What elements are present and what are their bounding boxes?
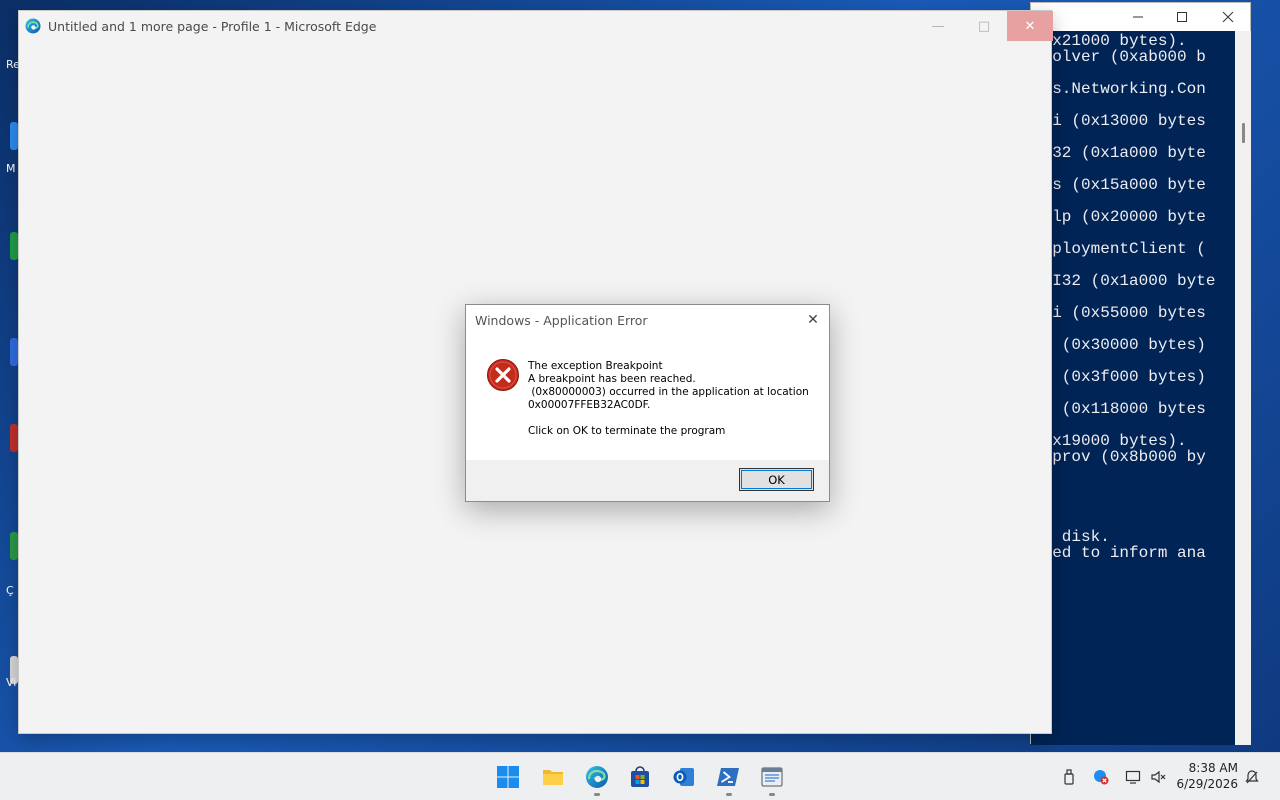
desktop-app-icon[interactable] xyxy=(10,122,18,150)
console-line: api (0x13000 bytes xyxy=(1033,112,1206,130)
console-line: ows.Networking.Con xyxy=(1033,80,1206,98)
console-maximize-button[interactable] xyxy=(1159,3,1205,31)
desktop-icon-label[interactable]: Vi xyxy=(6,676,16,689)
close-icon xyxy=(1222,11,1234,23)
taskbar: 8:38 AM 6/29/2026 xyxy=(0,752,1280,800)
edge-maximize-button[interactable]: □ xyxy=(961,11,1007,41)
ok-button[interactable]: OK xyxy=(739,468,814,491)
folder-icon xyxy=(543,770,563,785)
edge-close-button[interactable]: ✕ xyxy=(1007,11,1053,41)
running-indicator xyxy=(769,793,775,796)
console-line: pt (0x30000 bytes) xyxy=(1033,336,1206,354)
console-line: DeploymentClient ( xyxy=(1033,240,1206,258)
console-line: api (0x55000 bytes xyxy=(1033,304,1206,322)
running-indicator xyxy=(726,793,732,796)
application-window-icon xyxy=(761,767,783,787)
console-output[interactable]: (0x21000 bytes). esolver (0xab000 b ows.… xyxy=(1031,31,1235,745)
console-line: esolver (0xab000 b xyxy=(1033,48,1206,66)
desktop-icon-label[interactable]: M xyxy=(6,162,16,175)
running-indicator xyxy=(594,793,600,796)
taskbar-app[interactable] xyxy=(760,765,784,789)
dialog-titlebar[interactable]: Windows - Application Error ✕ xyxy=(466,305,829,336)
edge-logo-icon xyxy=(25,18,41,34)
console-line: ehlp (0x20000 byte xyxy=(1033,208,1206,226)
taskbar-edge[interactable] xyxy=(585,765,609,789)
dialog-message-line: The exception Breakpoint xyxy=(528,360,663,372)
maximize-icon: □ xyxy=(977,18,991,34)
dialog-message-line: 0x00007FFEB32AC0DF. xyxy=(528,399,651,411)
desktop-app-icon[interactable] xyxy=(10,424,18,452)
console-scroll-thumb[interactable] xyxy=(1242,123,1245,143)
close-icon: ✕ xyxy=(807,312,819,328)
start-button[interactable] xyxy=(496,765,520,789)
windows-logo-icon xyxy=(497,766,519,788)
console-line: (0x21000 bytes). xyxy=(1033,32,1187,50)
console-line: pps (0x15a000 byte xyxy=(1033,176,1206,194)
minimize-icon: — xyxy=(931,18,945,34)
dialog-message-line: (0x80000003) occurred in the application… xyxy=(528,386,809,398)
minimize-icon xyxy=(1133,16,1143,18)
maximize-icon xyxy=(1177,12,1187,22)
application-error-dialog: Windows - Application Error ✕ The except… xyxy=(465,304,830,502)
console-line: ptprov (0x8b000 by xyxy=(1033,448,1206,466)
desktop-app-icon[interactable] xyxy=(10,232,18,260)
console-close-button[interactable] xyxy=(1205,3,1251,31)
console-titlebar xyxy=(1031,3,1250,31)
edge-icon xyxy=(586,766,608,788)
console-line: pi32 (0x1a000 byte xyxy=(1033,144,1206,162)
clock-date: 6/29/2026 xyxy=(1176,777,1238,791)
store-icon xyxy=(631,766,649,787)
edge-titlebar[interactable]: Untitled and 1 more page - Profile 1 - M… xyxy=(19,11,1053,42)
taskbar-file-explorer[interactable] xyxy=(541,765,565,789)
dialog-title: Windows - Application Error xyxy=(475,313,648,328)
console-line: iled to inform ana xyxy=(1033,544,1206,562)
dialog-message: The exception Breakpoint A breakpoint ha… xyxy=(528,360,809,438)
dialog-body: The exception Breakpoint A breakpoint ha… xyxy=(466,336,829,460)
console-line: sp (0x118000 bytes xyxy=(1033,400,1206,418)
volume-icon[interactable] xyxy=(1150,769,1166,785)
taskbar-powershell[interactable] xyxy=(717,765,741,789)
console-window: (0x21000 bytes). esolver (0xab000 b ows.… xyxy=(1030,2,1251,745)
edge-minimize-button[interactable]: — xyxy=(915,11,961,41)
dialog-message-line: Click on OK to terminate the program xyxy=(528,425,726,437)
security-icon[interactable] xyxy=(1093,769,1109,785)
desktop-icon-label[interactable]: Ç xyxy=(6,584,14,597)
network-icon[interactable] xyxy=(1125,769,1141,785)
dialog-close-button[interactable]: ✕ xyxy=(803,310,823,330)
console-line: (0x19000 bytes). xyxy=(1033,432,1187,450)
outlook-icon xyxy=(673,768,694,786)
close-icon: ✕ xyxy=(1024,18,1036,34)
powershell-icon xyxy=(717,768,739,786)
usb-icon[interactable] xyxy=(1061,769,1077,785)
console-line: N1 (0x3f000 bytes) xyxy=(1033,368,1206,386)
dialog-message-line: A breakpoint has been reached. xyxy=(528,373,696,385)
clock-time: 8:38 AM xyxy=(1188,761,1238,775)
taskbar-store[interactable] xyxy=(628,765,652,789)
console-line: API32 (0x1a000 byte xyxy=(1033,272,1216,290)
notification-icon[interactable] xyxy=(1244,769,1260,785)
desktop-app-icon[interactable] xyxy=(10,532,18,560)
desktop-app-icon[interactable] xyxy=(10,338,18,366)
console-scrollbar[interactable] xyxy=(1235,31,1251,745)
console-minimize-button[interactable] xyxy=(1115,3,1161,31)
dialog-message-line xyxy=(528,412,809,425)
taskbar-outlook[interactable] xyxy=(672,765,696,789)
edge-window-title: Untitled and 1 more page - Profile 1 - M… xyxy=(48,19,377,34)
system-clock[interactable]: 8:38 AM 6/29/2026 xyxy=(1172,760,1238,792)
error-icon xyxy=(487,359,519,391)
